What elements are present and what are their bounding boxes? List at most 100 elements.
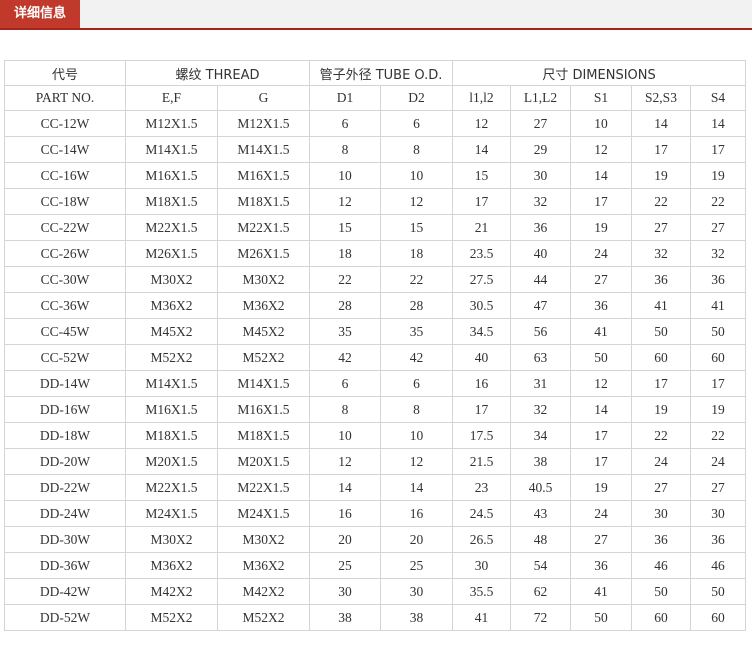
table-cell: 17 <box>452 188 511 215</box>
table-cell: M14X1.5 <box>217 370 310 397</box>
table-cell: CC-45W <box>4 318 126 345</box>
table-cell: 32 <box>689 240 747 267</box>
table-cell: CC-16W <box>4 162 126 189</box>
table-cell: 16 <box>452 370 511 397</box>
table-cell: 30 <box>309 578 381 605</box>
table-cell: 6 <box>309 370 381 397</box>
table-cell: 10 <box>570 110 632 137</box>
table-cell: 42 <box>380 344 453 371</box>
table-cell: 8 <box>380 396 453 423</box>
table-cell: 28 <box>380 292 453 319</box>
group-header-cell: 管子外径 TUBE O.D. <box>309 60 453 86</box>
table-cell: 15 <box>452 162 511 189</box>
column-header-cell: L1,L2 <box>510 85 571 111</box>
table-cell: 20 <box>309 526 381 553</box>
table-cell: 31 <box>510 370 571 397</box>
table-cell: CC-26W <box>4 240 126 267</box>
table-cell: 24 <box>570 500 632 527</box>
table-cell: M16X1.5 <box>217 396 310 423</box>
table-cell: 27 <box>570 266 632 293</box>
table-cell: 40.5 <box>510 474 571 501</box>
table-cell: CC-18W <box>4 188 126 215</box>
table-cell: M14X1.5 <box>125 136 218 163</box>
table-cell: 27 <box>689 214 747 241</box>
table-cell: 12 <box>452 110 511 137</box>
table-cell: 14 <box>570 162 632 189</box>
table-cell: 41 <box>689 292 747 319</box>
table-cell: CC-22W <box>4 214 126 241</box>
table-cell: 12 <box>380 188 453 215</box>
column-header-cell: D1 <box>309 85 381 111</box>
table-cell: 18 <box>380 240 453 267</box>
table-cell: M26X1.5 <box>125 240 218 267</box>
table-cell: 8 <box>380 136 453 163</box>
table-cell: 28 <box>309 292 381 319</box>
table-cell: 36 <box>510 214 571 241</box>
table-cell: 50 <box>631 578 691 605</box>
table-cell: 10 <box>309 162 381 189</box>
table-cell: 27 <box>510 110 571 137</box>
table-cell: 54 <box>510 552 571 579</box>
table-cell: 50 <box>689 318 747 345</box>
table-cell: 46 <box>631 552 691 579</box>
table-cell: M12X1.5 <box>125 110 218 137</box>
tab-details[interactable]: 详细信息 <box>0 0 81 28</box>
table-row: CC-18W M18X1.5 M18X1.5 12 12 17 32 17 22 22 <box>4 188 747 215</box>
table-cell: 47 <box>510 292 571 319</box>
table-cell: 41 <box>570 578 632 605</box>
table-cell: 27 <box>631 474 691 501</box>
table-cell: 19 <box>689 396 747 423</box>
table-cell: 14 <box>570 396 632 423</box>
column-header-cell: S4 <box>689 85 747 111</box>
table-cell: 22 <box>309 266 381 293</box>
table-cell: M16X1.5 <box>217 162 310 189</box>
table-cell: 56 <box>510 318 571 345</box>
table-cell: DD-36W <box>4 552 126 579</box>
table-cell: 19 <box>570 214 632 241</box>
table-cell: 15 <box>309 214 381 241</box>
table-cell: 17 <box>689 370 747 397</box>
table-cell: 22 <box>689 422 747 449</box>
table-cell: M42X2 <box>125 578 218 605</box>
table-row: DD-18W M18X1.5 M18X1.5 10 10 17.5 34 17 22 22 <box>4 422 747 449</box>
table-cell: 38 <box>380 604 453 631</box>
table-cell: M26X1.5 <box>217 240 310 267</box>
table-cell: M52X2 <box>217 344 310 371</box>
table-row: CC-22W M22X1.5 M22X1.5 15 15 21 36 19 27 27 <box>4 214 747 241</box>
table-cell: 34 <box>510 422 571 449</box>
table-cell: 19 <box>631 162 691 189</box>
table-row: DD-22W M22X1.5 M22X1.5 14 14 23 40.5 19 27 27 <box>4 474 747 501</box>
table-cell: 6 <box>309 110 381 137</box>
table-cell: 50 <box>570 604 632 631</box>
table-cell: 22 <box>631 422 691 449</box>
table-cell: 10 <box>309 422 381 449</box>
table-cell: 23 <box>452 474 511 501</box>
spec-table-container: 代号 螺纹 THREAD 管子外径 TUBE O.D. 尺寸 DIMENSIONS PA… <box>4 60 747 631</box>
table-cell: M52X2 <box>125 344 218 371</box>
table-cell: M18X1.5 <box>125 188 218 215</box>
table-cell: 36 <box>689 266 747 293</box>
table-row: DD-42W M42X2 M42X2 30 30 35.5 62 41 50 50 <box>4 578 747 605</box>
table-cell: 42 <box>309 344 381 371</box>
table-cell: CC-30W <box>4 266 126 293</box>
spec-table: 代号 螺纹 THREAD 管子外径 TUBE O.D. 尺寸 DIMENSIONS PA… <box>4 60 747 631</box>
table-cell: M45X2 <box>125 318 218 345</box>
table-cell: 17 <box>631 136 691 163</box>
table-cell: 60 <box>631 344 691 371</box>
table-cell: M30X2 <box>217 526 310 553</box>
table-cell: M14X1.5 <box>125 370 218 397</box>
table-cell: 6 <box>380 110 453 137</box>
table-cell: M36X2 <box>125 292 218 319</box>
table-cell: 8 <box>309 136 381 163</box>
table-cell: CC-36W <box>4 292 126 319</box>
table-cell: 36 <box>570 552 632 579</box>
table-cell: CC-14W <box>4 136 126 163</box>
table-cell: M12X1.5 <box>217 110 310 137</box>
table-cell: DD-20W <box>4 448 126 475</box>
table-cell: DD-14W <box>4 370 126 397</box>
table-cell: 30 <box>689 500 747 527</box>
table-cell: DD-24W <box>4 500 126 527</box>
table-cell: 22 <box>380 266 453 293</box>
table-cell: 15 <box>380 214 453 241</box>
table-cell: M30X2 <box>125 266 218 293</box>
